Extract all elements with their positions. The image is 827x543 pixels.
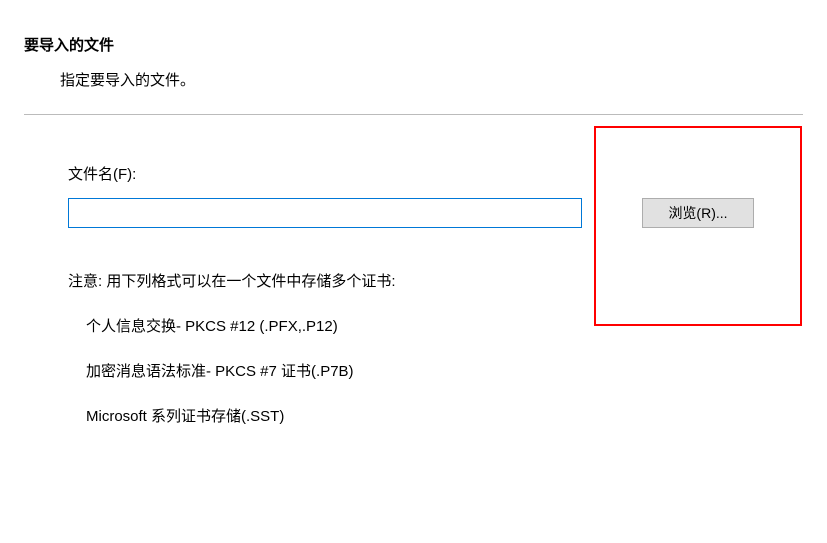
- input-row: 浏览(R)...: [68, 198, 827, 228]
- format-item-pkcs7: 加密消息语法标准- PKCS #7 证书(.P7B): [86, 360, 827, 381]
- certificate-import-wizard: 要导入的文件 指定要导入的文件。 文件名(F): 浏览(R)... 注意: 用下…: [0, 0, 827, 426]
- format-item-pkcs12: 个人信息交换- PKCS #12 (.PFX,.P12): [86, 315, 827, 336]
- page-subtitle: 指定要导入的文件。: [60, 69, 827, 90]
- browse-button[interactable]: 浏览(R)...: [642, 198, 754, 228]
- format-item-sst: Microsoft 系列证书存储(.SST): [86, 405, 827, 426]
- format-list: 个人信息交换- PKCS #12 (.PFX,.P12) 加密消息语法标准- P…: [86, 315, 827, 426]
- header-section: 要导入的文件 指定要导入的文件。: [0, 0, 827, 90]
- filename-label: 文件名(F):: [68, 163, 827, 184]
- page-title: 要导入的文件: [24, 34, 827, 55]
- content-area: 文件名(F): 浏览(R)... 注意: 用下列格式可以在一个文件中存储多个证书…: [0, 115, 827, 426]
- note-text: 注意: 用下列格式可以在一个文件中存储多个证书:: [68, 270, 827, 291]
- filename-input[interactable]: [68, 198, 582, 228]
